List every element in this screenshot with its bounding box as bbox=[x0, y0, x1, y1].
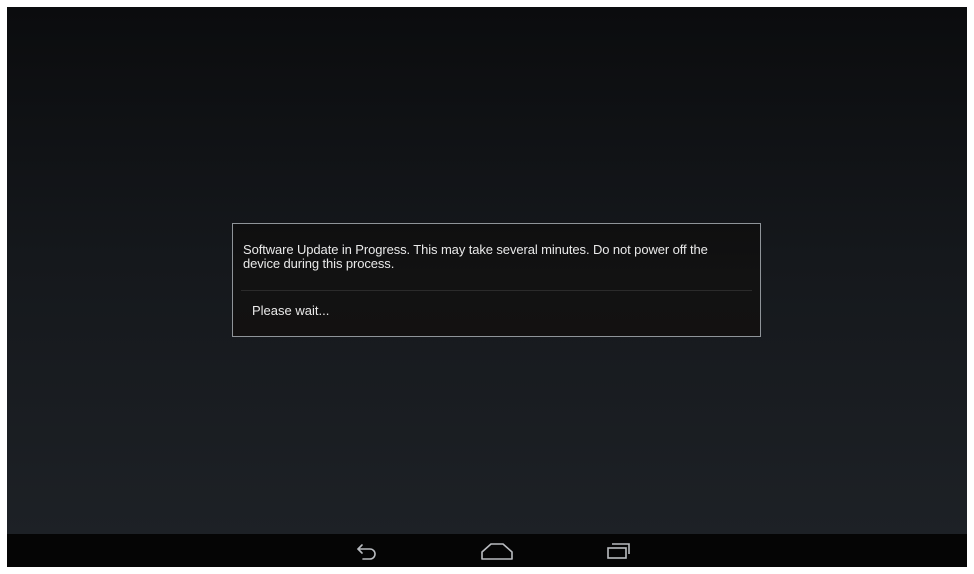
navigation-bar bbox=[7, 534, 967, 567]
progress-dialog: Software Update in Progress. This may ta… bbox=[232, 223, 761, 337]
dialog-divider bbox=[241, 290, 752, 291]
recent-apps-button[interactable] bbox=[589, 534, 649, 567]
back-button[interactable] bbox=[337, 534, 397, 567]
content-area: Software Update in Progress. This may ta… bbox=[7, 7, 967, 534]
dialog-status-text: Please wait... bbox=[252, 303, 330, 318]
home-button[interactable] bbox=[467, 534, 527, 567]
home-icon bbox=[481, 542, 513, 560]
back-arrow-icon bbox=[357, 543, 376, 560]
device-screen: Software Update in Progress. This may ta… bbox=[7, 7, 967, 567]
dialog-message: Software Update in Progress. This may ta… bbox=[243, 242, 708, 271]
recent-apps-icon bbox=[607, 542, 630, 559]
